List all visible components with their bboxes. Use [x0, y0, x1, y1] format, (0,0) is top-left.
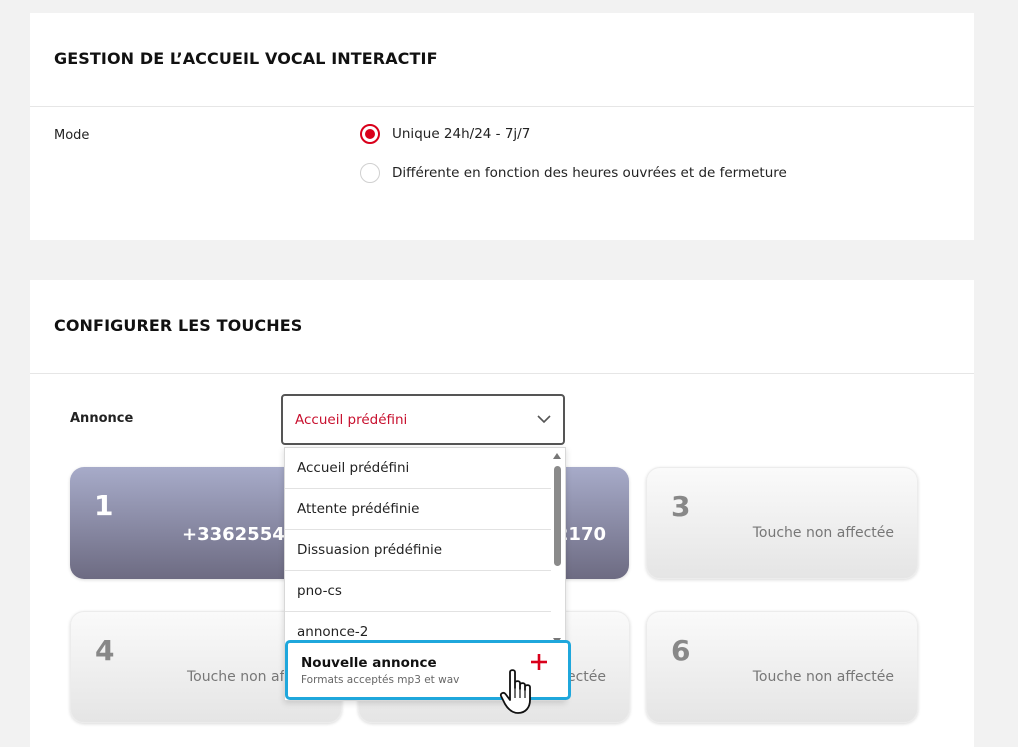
ivr-card: GESTION DE L’ACCUEIL VOCAL INTERACTIF Mo… [30, 13, 974, 240]
scroll-thumb[interactable] [554, 466, 561, 566]
chevron-down-icon [537, 415, 551, 424]
key-number: 1 [94, 489, 114, 522]
key-number: 4 [95, 634, 115, 667]
mode-option-label: Unique 24h/24 - 7j/7 [392, 126, 531, 142]
keys-title: CONFIGURER LES TOUCHES [54, 316, 303, 335]
dropdown-option[interactable]: Accueil prédéfini [285, 448, 551, 489]
hand-cursor-icon [499, 669, 531, 714]
key-phone-number: +33625545 [182, 524, 298, 545]
divider [30, 373, 974, 374]
mode-label: Mode [54, 128, 90, 143]
annonce-label: Annonce [70, 411, 134, 426]
dropdown-option[interactable]: pno-cs [285, 571, 551, 612]
dropdown-option[interactable]: Attente prédéfinie [285, 489, 551, 530]
mode-option-different[interactable]: Différente en fonction des heures ouvrée… [360, 163, 787, 183]
radio-checked-icon[interactable] [360, 124, 380, 144]
divider [30, 106, 974, 107]
radio-unchecked-icon[interactable] [360, 163, 380, 183]
annonce-select-value: Accueil prédéfini [295, 411, 408, 428]
key-status: Touche non affectée [752, 669, 894, 685]
dropdown-scrollbar[interactable] [551, 448, 565, 648]
key-number: 3 [671, 490, 691, 523]
key-number: 6 [671, 634, 691, 667]
key-6-tile[interactable]: 6 Touche non affectée [646, 611, 918, 723]
key-status: Touche non aff [187, 669, 290, 685]
new-annonce-subtitle: Formats acceptés mp3 et wav [301, 674, 460, 686]
new-annonce-title: Nouvelle annonce [301, 655, 437, 671]
annonce-select[interactable]: Accueil prédéfini [281, 394, 565, 445]
key-status: Touche non affectée [752, 525, 894, 541]
key-3-tile[interactable]: 3 Touche non affectée [646, 467, 918, 579]
dropdown-option[interactable]: Dissuasion prédéfinie [285, 530, 551, 571]
scroll-up-icon[interactable] [553, 453, 561, 459]
mode-option-label: Différente en fonction des heures ouvrée… [392, 165, 787, 181]
mode-option-unique[interactable]: Unique 24h/24 - 7j/7 [360, 124, 530, 144]
ivr-title: GESTION DE L’ACCUEIL VOCAL INTERACTIF [54, 49, 438, 68]
